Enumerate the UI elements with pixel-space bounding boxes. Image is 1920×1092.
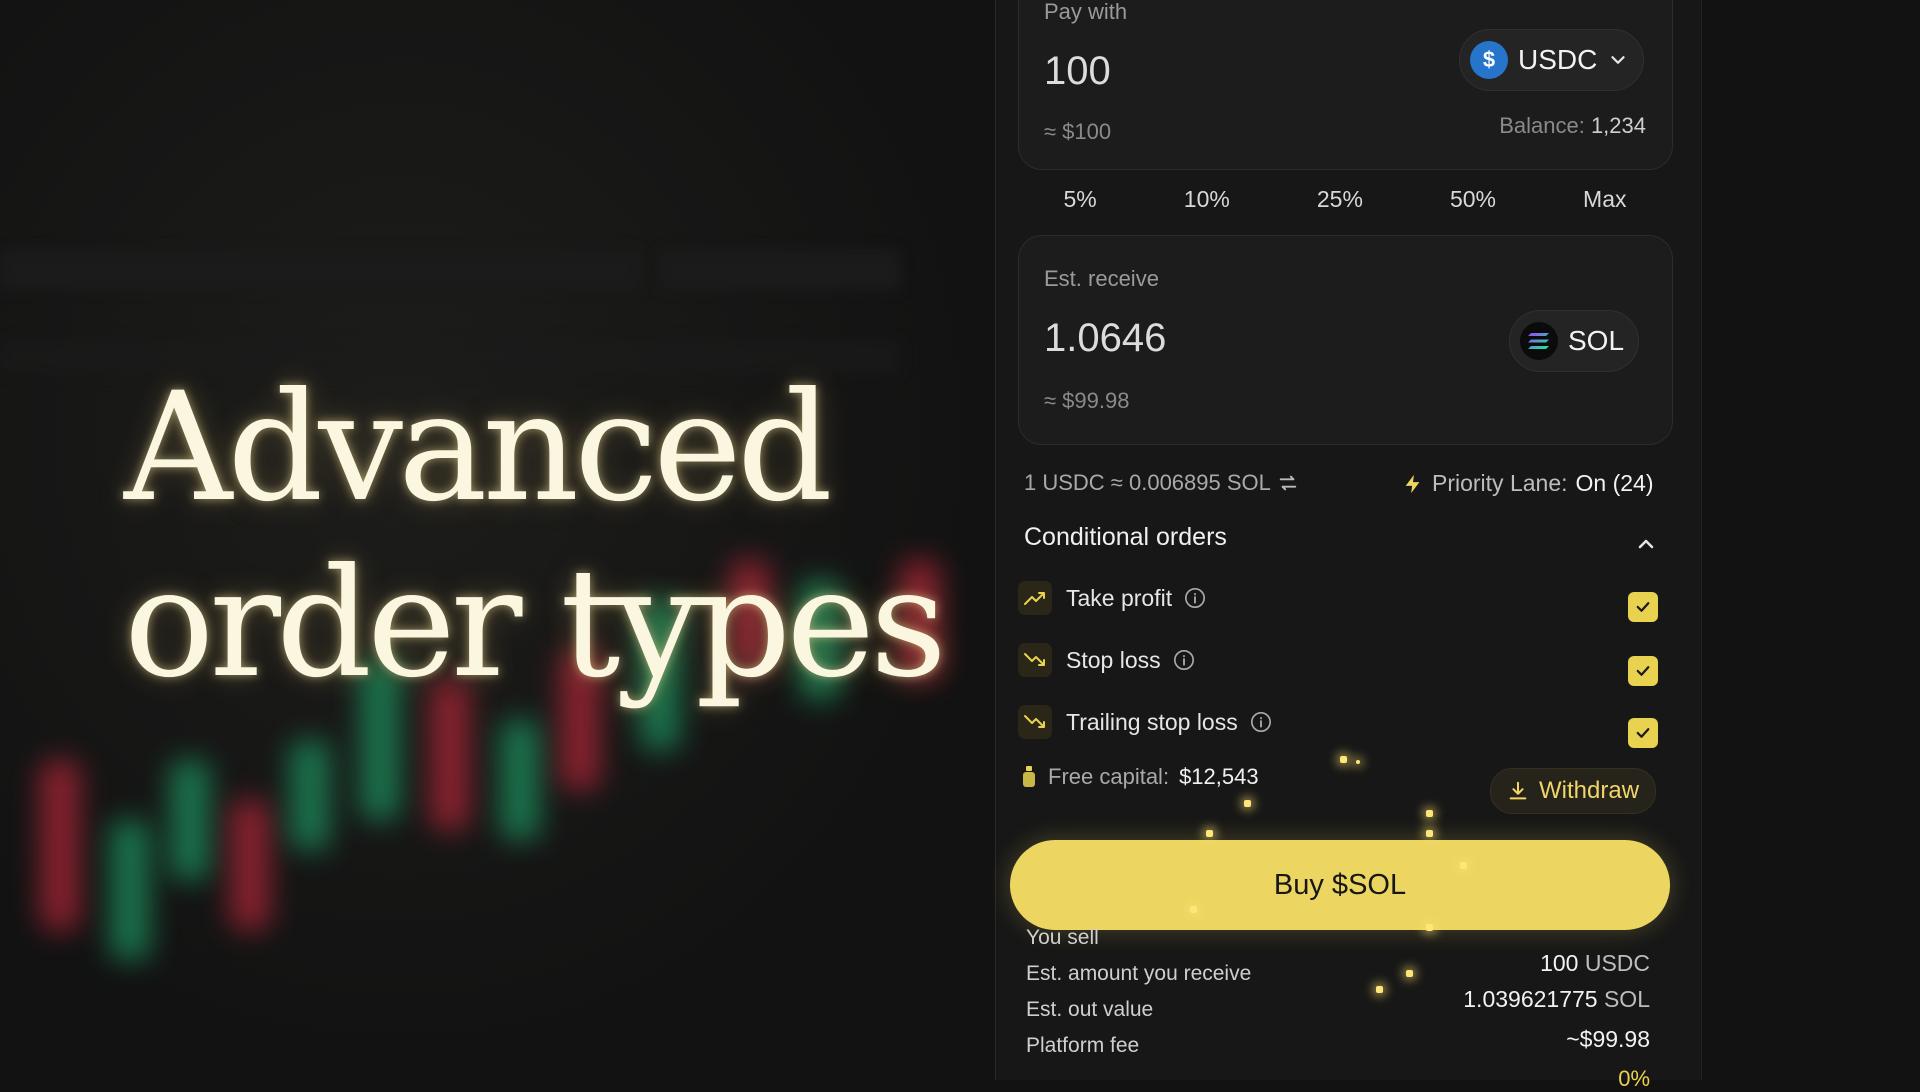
candle bbox=[290, 740, 330, 850]
free-capital-value: $12,543 bbox=[1179, 764, 1259, 789]
est-out-value-label: Est. out value bbox=[1026, 998, 1154, 1021]
sparkle bbox=[1206, 830, 1213, 837]
est-receive-value: 1.039621775 SOL bbox=[1463, 986, 1650, 1013]
blurred-toolbar bbox=[660, 250, 900, 290]
checkmark-icon bbox=[1636, 728, 1650, 738]
preset-max-button[interactable]: Max bbox=[1583, 186, 1626, 213]
candle bbox=[500, 720, 540, 840]
sparkle bbox=[1426, 810, 1433, 817]
checkmark-icon bbox=[1636, 602, 1650, 612]
candle bbox=[110, 820, 150, 960]
chevron-down-icon bbox=[1611, 56, 1625, 64]
receive-card: Est. receive 1.0646 ≈ $99.98 SOL bbox=[1018, 235, 1673, 445]
pay-token-selector[interactable]: $ USDC bbox=[1459, 29, 1645, 91]
sparkle bbox=[1426, 830, 1433, 837]
checkmark-icon bbox=[1636, 666, 1650, 676]
percent-presets: 5% 10% 25% 50% Max bbox=[1020, 186, 1670, 213]
info-icon[interactable] bbox=[1184, 587, 1206, 609]
stop-loss-label: Stop loss bbox=[1066, 646, 1161, 673]
preset-50-percent-button[interactable]: 50% bbox=[1450, 186, 1496, 213]
balance-value: 1,234 bbox=[1590, 113, 1646, 138]
headline-line-1: Advanced bbox=[124, 361, 833, 535]
trend-down-icon bbox=[1018, 705, 1052, 739]
sparkle bbox=[1376, 986, 1383, 993]
trend-up-icon bbox=[1018, 581, 1052, 615]
receive-amount: 1.0646 bbox=[1044, 316, 1167, 360]
sparkle bbox=[1460, 862, 1467, 869]
sparkle bbox=[1406, 970, 1413, 977]
withdraw-button[interactable]: Withdraw bbox=[1490, 768, 1657, 814]
withdraw-label: Withdraw bbox=[1539, 777, 1640, 804]
lightning-icon bbox=[1405, 474, 1420, 493]
est-receive-label: Est. amount you receive bbox=[1026, 962, 1252, 985]
preset-5-percent-button[interactable]: 5% bbox=[1064, 186, 1097, 213]
you-sell-value: 100 USDC bbox=[1540, 950, 1650, 977]
candle bbox=[230, 800, 270, 930]
you-sell-unit: USDC bbox=[1584, 950, 1650, 976]
solana-icon bbox=[1520, 322, 1558, 360]
sparkle bbox=[1244, 800, 1251, 807]
usdc-icon: $ bbox=[1470, 41, 1508, 79]
pay-amount-input[interactable]: 100 bbox=[1044, 49, 1111, 94]
platform-fee-label: Platform fee bbox=[1026, 1034, 1140, 1057]
candle bbox=[40, 760, 80, 930]
sparkle bbox=[1356, 760, 1360, 764]
receive-token-selector[interactable]: SOL bbox=[1509, 310, 1640, 372]
stop-loss-row: Stop loss bbox=[1018, 640, 1668, 686]
trailing-stop-loss-label: Trailing stop loss bbox=[1066, 708, 1238, 735]
pay-label: Pay with bbox=[1044, 0, 1128, 24]
priority-lane-value: On (24) bbox=[1575, 470, 1654, 496]
bottle-icon bbox=[1023, 766, 1035, 787]
pay-token-symbol: USDC bbox=[1518, 44, 1598, 75]
preset-25-percent-button[interactable]: 25% bbox=[1317, 186, 1363, 213]
receive-label: Est. receive bbox=[1044, 266, 1159, 291]
chevron-up-icon[interactable] bbox=[1634, 532, 1658, 556]
free-capital: Free capital: $12,543 bbox=[1020, 764, 1259, 790]
conditional-orders-title: Conditional orders bbox=[1024, 523, 1227, 551]
take-profit-row: Take profit bbox=[1018, 578, 1668, 622]
take-profit-label: Take profit bbox=[1066, 584, 1173, 611]
est-receive-amount: 1.039621775 bbox=[1463, 986, 1598, 1012]
download-icon bbox=[1509, 781, 1527, 800]
trend-down-icon bbox=[1018, 643, 1052, 677]
headline: Advanced order types bbox=[124, 360, 947, 712]
exchange-rate: 1 USDC ≈ 0.006895 SOL bbox=[1024, 470, 1299, 496]
stop-loss-checkbox[interactable] bbox=[1628, 656, 1658, 686]
balance: Balance: 1,234 bbox=[1499, 113, 1646, 139]
free-capital-label: Free capital: bbox=[1048, 764, 1170, 789]
exchange-rate-text: 1 USDC ≈ 0.006895 SOL bbox=[1024, 470, 1271, 495]
sparkle bbox=[1190, 906, 1197, 913]
info-icon[interactable] bbox=[1250, 711, 1272, 733]
headline-line-2: order types bbox=[124, 537, 947, 711]
sparkle bbox=[1426, 924, 1433, 931]
swap-arrows-icon[interactable] bbox=[1277, 472, 1299, 494]
est-receive-unit: SOL bbox=[1603, 986, 1650, 1012]
candle bbox=[170, 760, 210, 880]
priority-lane[interactable]: Priority Lane: On (24) bbox=[1402, 470, 1654, 497]
take-profit-checkbox[interactable] bbox=[1628, 592, 1658, 622]
pay-card: Pay with 100 ≈ $100 $ USDC Balance: 1,23… bbox=[1018, 0, 1673, 170]
receive-token-symbol: SOL bbox=[1568, 325, 1625, 356]
platform-fee-value: 0% bbox=[1618, 1066, 1650, 1091]
receive-usd-value: ≈ $99.98 bbox=[1044, 388, 1130, 413]
info-icon[interactable] bbox=[1173, 649, 1195, 671]
trailing-stop-loss-checkbox[interactable] bbox=[1628, 718, 1658, 748]
trailing-stop-loss-row: Trailing stop loss bbox=[1018, 702, 1668, 748]
balance-label: Balance: bbox=[1499, 113, 1585, 138]
buy-sol-button[interactable]: Buy $SOL bbox=[1010, 840, 1670, 930]
est-out-value: ~$99.98 bbox=[1566, 1026, 1650, 1052]
priority-lane-label: Priority Lane: bbox=[1432, 470, 1568, 496]
sparkle bbox=[1340, 756, 1347, 763]
pay-usd-value: ≈ $100 bbox=[1044, 119, 1112, 144]
blurred-toolbar bbox=[0, 250, 640, 290]
preset-10-percent-button[interactable]: 10% bbox=[1184, 186, 1230, 213]
you-sell-label: You sell bbox=[1026, 926, 1099, 949]
you-sell-amount: 100 bbox=[1540, 950, 1579, 976]
